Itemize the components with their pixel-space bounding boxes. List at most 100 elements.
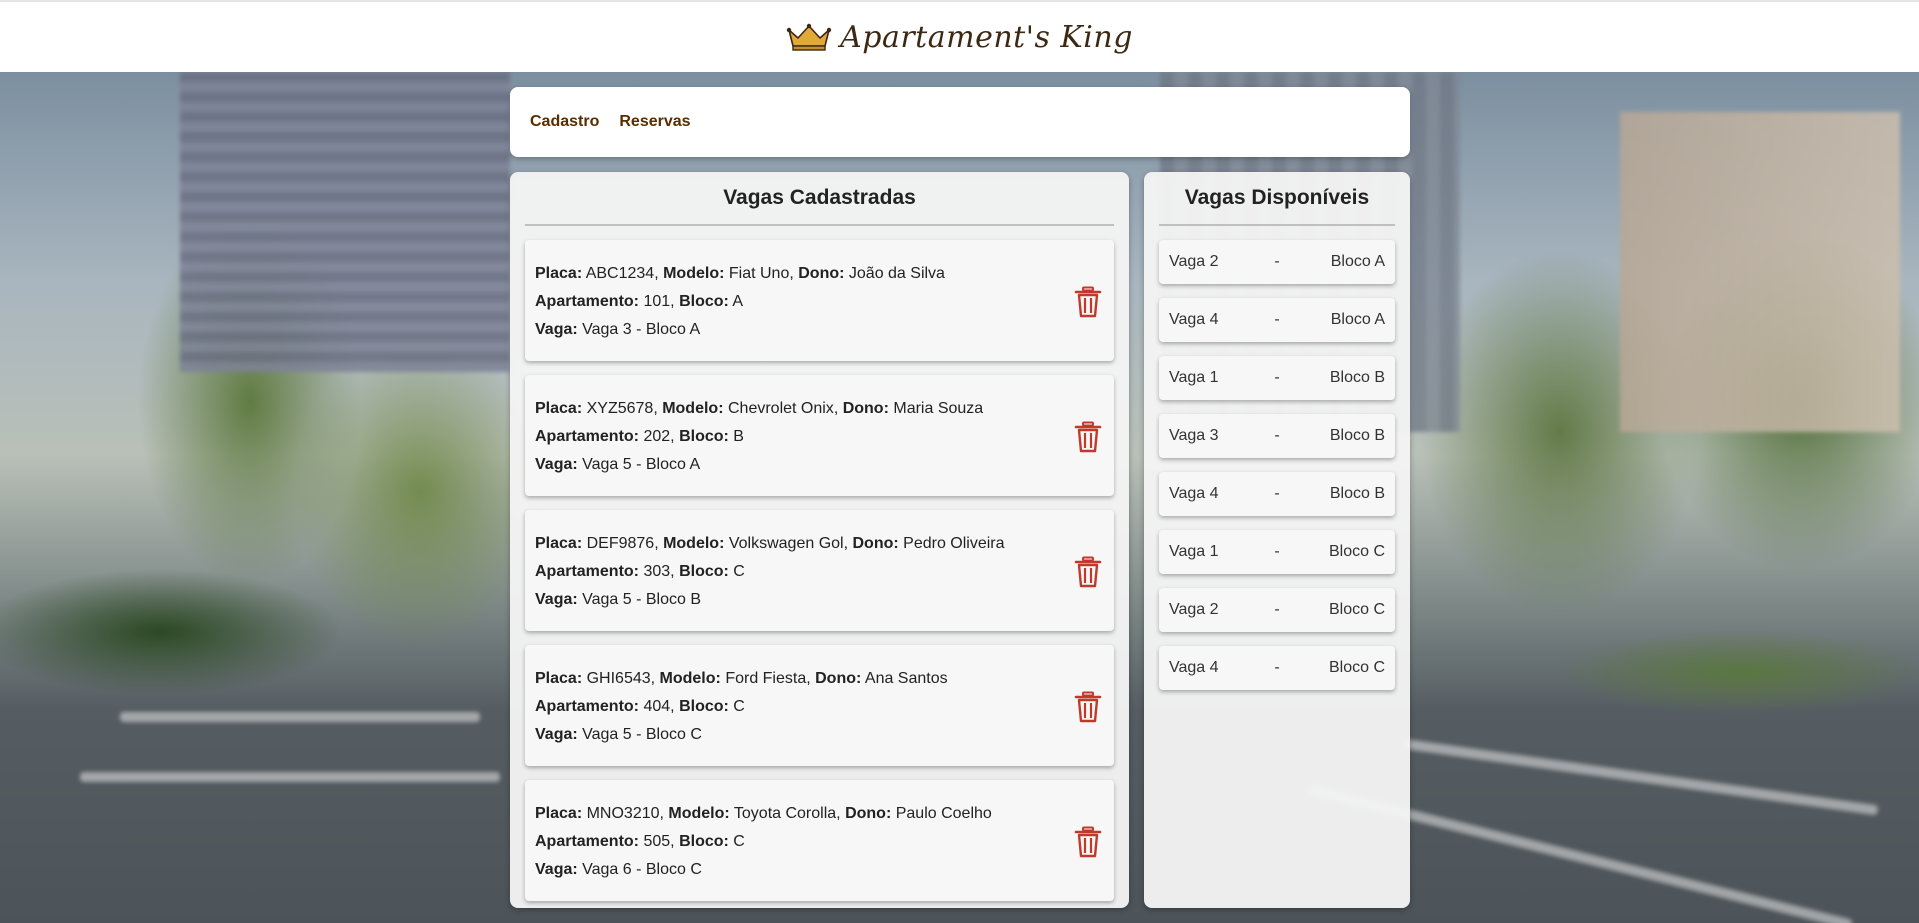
apartamento-value: 202 (643, 428, 671, 445)
placa-value: GHI6543 (586, 670, 651, 687)
apartamento-label: Apartamento: (535, 428, 640, 445)
modelo-label: Modelo: (663, 265, 725, 282)
slot-number: Vaga 4 (1169, 659, 1219, 676)
slot-line: Vaga: Vaga 5 - Bloco C (535, 721, 1104, 749)
apartamento-value: 505 (643, 833, 671, 850)
dono-value: Paulo Coelho (895, 805, 992, 822)
slot-separator: - (1274, 311, 1280, 328)
brand-name: Apartament's King (840, 19, 1133, 55)
delete-button[interactable] (1074, 421, 1102, 453)
dono-label: Dono: (842, 400, 889, 417)
modelo-value: Chevrolet Onix (727, 400, 834, 417)
vaga-label: Vaga: (535, 456, 578, 473)
apartment-line: Apartamento: 303, Bloco: C (535, 563, 745, 580)
modelo-label: Modelo: (662, 400, 724, 417)
apartamento-label: Apartamento: (535, 293, 640, 310)
bloco-label: Bloco: (679, 293, 729, 310)
apartamento-label: Apartamento: (535, 698, 640, 715)
slot-block: Bloco C (1328, 543, 1385, 560)
placa-label: Placa: (535, 535, 583, 552)
available-slots-list: Vaga 2 - Bloco A Vaga 4 - Bloco A Vaga 1 - Bloco… (1159, 240, 1395, 690)
bloco-label: Bloco: (679, 833, 729, 850)
available-slot-item[interactable]: Vaga 4 - Bloco B (1159, 472, 1395, 516)
available-slot-item[interactable]: Vaga 4 - Bloco C (1159, 646, 1395, 690)
placa-value: MNO3210 (586, 805, 660, 822)
slot-separator: - (1274, 253, 1280, 270)
available-slot-item[interactable]: Vaga 1 - Bloco B (1159, 356, 1395, 400)
slot-block: Bloco B (1329, 485, 1385, 502)
nav-link-reservas[interactable]: Reservas (619, 113, 690, 131)
vehicle-line: Placa: XYZ5678, Modelo: Chevrolet Onix, … (535, 400, 984, 417)
vehicle-line: Placa: GHI6543, Modelo: Ford Fiesta, Don… (535, 670, 948, 687)
placa-label: Placa: (535, 805, 583, 822)
nav-link-cadastro[interactable]: Cadastro (530, 113, 599, 131)
apartamento-value: 404 (643, 698, 671, 715)
top-bar: Apartament's King (0, 0, 1919, 72)
slot-block: Bloco B (1329, 369, 1385, 386)
placa-value: XYZ5678 (586, 400, 654, 417)
available-slot-item[interactable]: Vaga 1 - Bloco C (1159, 530, 1395, 574)
registered-slot-card: Placa: XYZ5678, Modelo: Chevrolet Onix, … (525, 375, 1114, 496)
available-slot-item[interactable]: Vaga 2 - Bloco A (1159, 240, 1395, 284)
dono-label: Dono: (798, 265, 845, 282)
vaga-label: Vaga: (535, 861, 578, 878)
slot-block: Bloco B (1329, 427, 1385, 444)
main-nav: Cadastro Reservas (510, 87, 1410, 157)
registered-slots-list: Placa: ABC1234, Modelo: Fiat Uno, Dono: … (525, 240, 1114, 901)
vaga-label: Vaga: (535, 321, 578, 338)
delete-button[interactable] (1074, 556, 1102, 588)
available-slot-item[interactable]: Vaga 4 - Bloco A (1159, 298, 1395, 342)
available-slot-item[interactable]: Vaga 3 - Bloco B (1159, 414, 1395, 458)
brand-logo[interactable]: Apartament's King (786, 20, 1133, 55)
vaga-label: Vaga: (535, 591, 578, 608)
slot-line: Vaga: Vaga 6 - Bloco C (535, 856, 1104, 884)
vaga-value: Vaga 5 - Bloco A (582, 456, 701, 473)
registered-slot-card: Placa: DEF9876, Modelo: Volkswagen Gol, … (525, 510, 1114, 631)
apartment-line: Apartamento: 505, Bloco: C (535, 833, 745, 850)
apartamento-label: Apartamento: (535, 833, 640, 850)
registered-slot-card: Placa: GHI6543, Modelo: Ford Fiesta, Don… (525, 645, 1114, 766)
slot-number: Vaga 4 (1169, 311, 1219, 328)
trash-icon (1074, 826, 1102, 858)
bloco-value: C (733, 698, 745, 715)
trash-icon (1074, 286, 1102, 318)
available-slot-item[interactable]: Vaga 2 - Bloco C (1159, 588, 1395, 632)
slot-separator: - (1274, 485, 1280, 502)
crown-icon (786, 23, 832, 51)
placa-value: ABC1234 (585, 265, 655, 282)
slot-number: Vaga 1 (1169, 369, 1219, 386)
slot-separator: - (1274, 659, 1280, 676)
modelo-value: Toyota Corolla (733, 805, 837, 822)
apartamento-value: 101 (643, 293, 671, 310)
dono-label: Dono: (815, 670, 862, 687)
delete-button[interactable] (1074, 286, 1102, 318)
vaga-value: Vaga 6 - Bloco C (582, 861, 702, 878)
apartment-line: Apartamento: 404, Bloco: C (535, 698, 745, 715)
placa-value: DEF9876 (586, 535, 655, 552)
dono-value: João da Silva (848, 265, 945, 282)
slot-block: Bloco A (1330, 311, 1385, 328)
modelo-label: Modelo: (668, 805, 730, 822)
slot-block: Bloco C (1328, 659, 1385, 676)
apartment-line: Apartamento: 101, Bloco: A (535, 293, 744, 310)
available-slots-title: Vagas Disponíveis (1159, 172, 1395, 226)
slot-separator: - (1274, 601, 1280, 618)
trash-icon (1074, 421, 1102, 453)
slot-number: Vaga 2 (1169, 601, 1219, 618)
registered-slot-card: Placa: ABC1234, Modelo: Fiat Uno, Dono: … (525, 240, 1114, 361)
registered-slots-panel: Vagas Cadastradas Placa: ABC1234, Modelo… (510, 172, 1129, 908)
bloco-value: C (733, 563, 745, 580)
slot-line: Vaga: Vaga 5 - Bloco A (535, 451, 1104, 479)
slot-number: Vaga 1 (1169, 543, 1219, 560)
delete-button[interactable] (1074, 826, 1102, 858)
dono-value: Ana Santos (864, 670, 948, 687)
slot-block: Bloco C (1328, 601, 1385, 618)
vehicle-line: Placa: ABC1234, Modelo: Fiat Uno, Dono: … (535, 265, 945, 282)
bloco-value: A (732, 293, 744, 310)
bloco-value: B (733, 428, 744, 445)
vaga-label: Vaga: (535, 726, 578, 743)
registered-slots-title: Vagas Cadastradas (525, 172, 1114, 226)
delete-button[interactable] (1074, 691, 1102, 723)
placa-label: Placa: (535, 400, 583, 417)
dono-label: Dono: (845, 805, 892, 822)
